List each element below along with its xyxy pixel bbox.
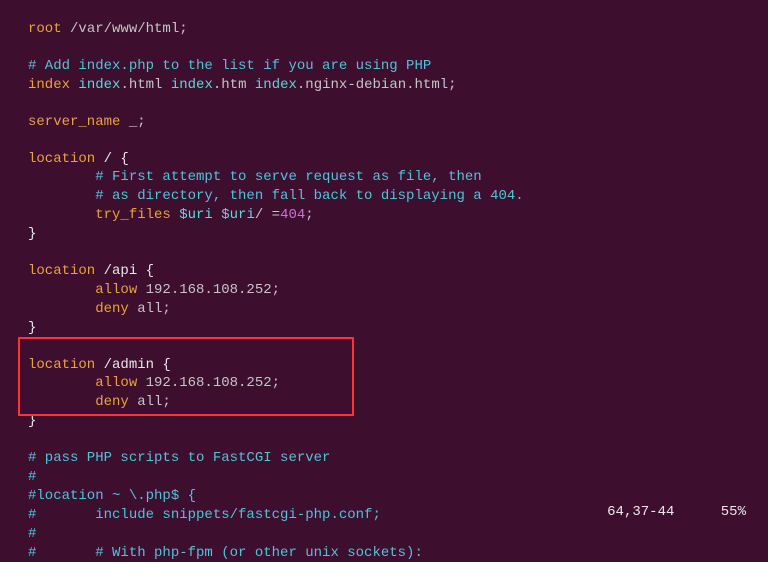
- code-line: [28, 244, 768, 262]
- code-line: location /api {: [28, 262, 768, 281]
- code-line: # pass PHP scripts to FastCGI server: [28, 449, 768, 468]
- code-line: deny all;: [28, 393, 768, 412]
- code-line: try_files $uri $uri/ =404;: [28, 206, 768, 225]
- code-line: # First attempt to serve request as file…: [28, 168, 768, 187]
- code-line: [28, 39, 768, 57]
- code-line: }: [28, 412, 768, 431]
- code-line: allow 192.168.108.252;: [28, 281, 768, 300]
- code-line: [28, 431, 768, 449]
- code-line: # Add index.php to the list if you are u…: [28, 57, 768, 76]
- cursor-position: 64,37-44: [607, 504, 674, 520]
- vim-status-bar: 64,37-44 55%: [569, 503, 746, 522]
- scroll-percent: 55%: [721, 504, 746, 520]
- code-line: #: [28, 468, 768, 487]
- code-editor-viewport[interactable]: root /var/www/html; # Add index.php to t…: [0, 0, 768, 562]
- code-line: [28, 95, 768, 113]
- code-line: [28, 132, 768, 150]
- code-line: deny all;: [28, 300, 768, 319]
- code-line: # # With php-fpm (or other unix sockets)…: [28, 544, 768, 562]
- code-line: [28, 338, 768, 356]
- code-line: index index.html index.htm index.nginx-d…: [28, 76, 768, 95]
- code-line: # as directory, then fall back to displa…: [28, 187, 768, 206]
- code-line: location /admin {: [28, 356, 768, 375]
- code-line: #: [28, 525, 768, 544]
- code-line: }: [28, 319, 768, 338]
- code-line: allow 192.168.108.252;: [28, 374, 768, 393]
- code-line: }: [28, 225, 768, 244]
- code-line: root /var/www/html;: [28, 20, 768, 39]
- code-line: server_name _;: [28, 113, 768, 132]
- code-line: location / {: [28, 150, 768, 169]
